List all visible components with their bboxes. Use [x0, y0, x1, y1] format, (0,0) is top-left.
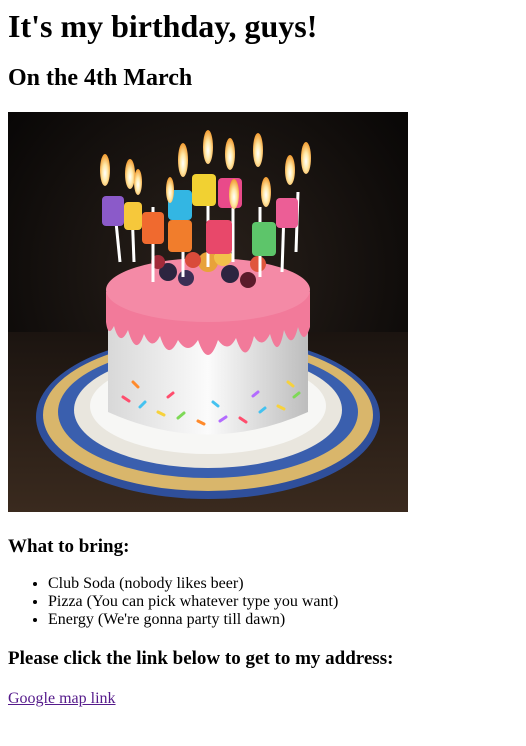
- list-item: Club Soda (nobody likes beer): [48, 575, 518, 593]
- bring-list: Club Soda (nobody likes beer) Pizza (You…: [8, 575, 518, 629]
- address-heading: Please click the link below to get to my…: [8, 648, 394, 669]
- birthday-cake-image: [8, 112, 408, 512]
- list-item: Energy (We're gonna party till dawn): [48, 611, 518, 629]
- google-map-link[interactable]: Google map link: [8, 690, 116, 708]
- page: It's my birthday, guys! On the 4th March: [0, 8, 526, 708]
- list-item: Pizza (You can pick whatever type you wa…: [48, 593, 518, 611]
- bring-heading: What to bring:: [8, 536, 130, 557]
- date-heading: On the 4th March: [8, 65, 193, 91]
- page-title: It's my birthday, guys!: [8, 8, 318, 44]
